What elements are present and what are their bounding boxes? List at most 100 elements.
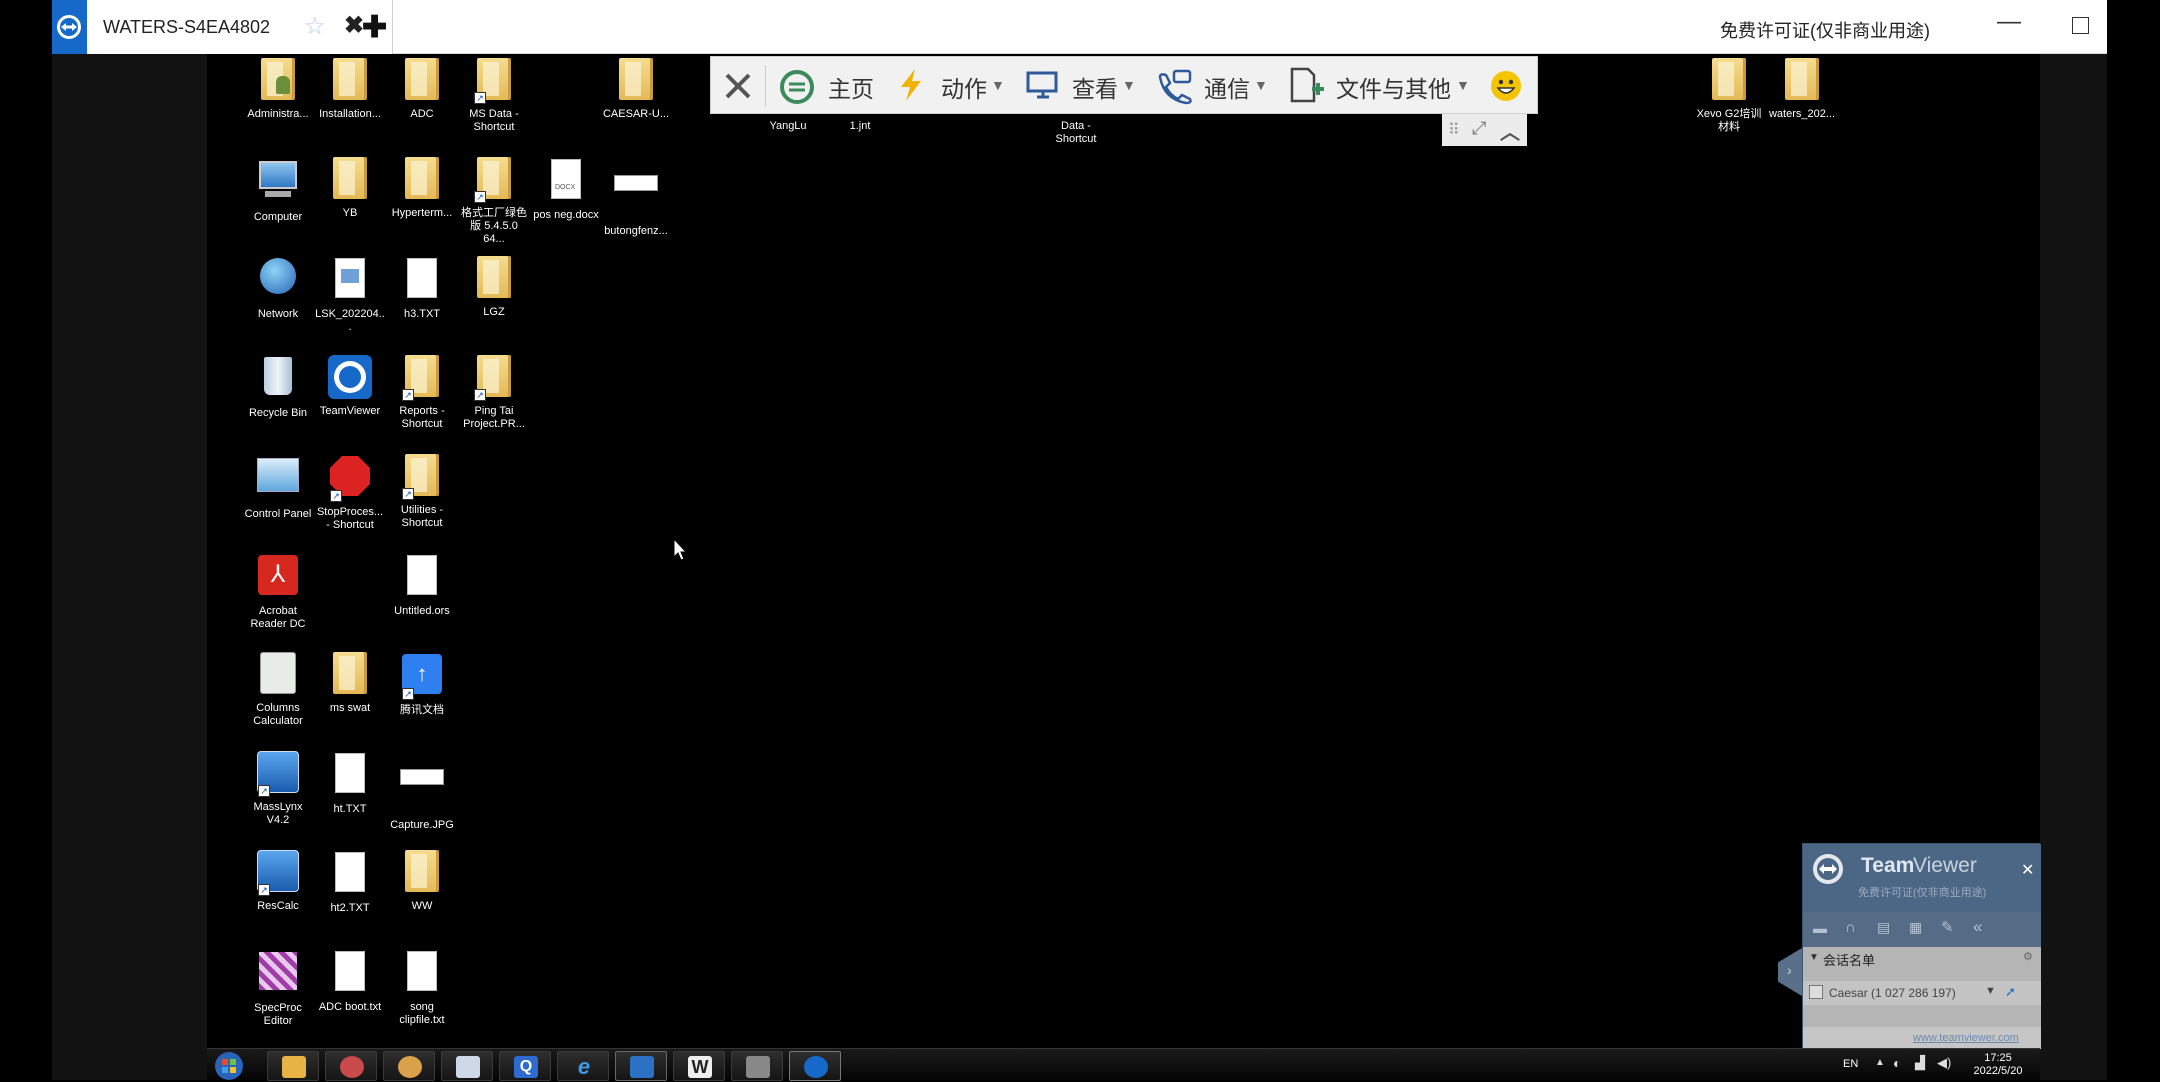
chevron-down-icon[interactable]: ▼ <box>991 77 1005 93</box>
clock[interactable]: 17:25 2022/5/20 <box>1970 1052 2026 1078</box>
whiteboard-icon[interactable]: ✎ <box>1941 918 1954 936</box>
desktop-icon[interactable]: h3.TXT <box>386 256 458 321</box>
desktop-icon[interactable]: WW <box>386 850 458 913</box>
taskbar-notepad-button[interactable] <box>441 1051 493 1081</box>
expand-arrow-icon[interactable]: ▼ <box>1809 952 1819 963</box>
desktop-icon[interactable]: LGZ <box>458 256 530 319</box>
taskbar-masslynx-button[interactable] <box>615 1051 667 1081</box>
home-icon[interactable] <box>779 69 815 105</box>
desktop-icon[interactable]: Recycle Bin <box>242 355 314 420</box>
toolbar-files-label[interactable]: 文件与其他 <box>1336 70 1451 104</box>
chevron-down-icon[interactable]: ▼ <box>1456 77 1470 93</box>
desktop-icon[interactable]: Network <box>242 256 314 321</box>
fullscreen-icon[interactable]: ⤢ <box>1472 118 1486 139</box>
entry-dropdown-icon[interactable]: ▼ <box>1985 985 1996 997</box>
collapse-toolbar-icon[interactable]: ︿ <box>1500 116 1520 145</box>
signal-tray-icon[interactable]: ▟ <box>1915 1055 1925 1071</box>
desktop-icon[interactable]: TeamViewer <box>314 355 386 418</box>
headset-icon[interactable]: ∩ <box>1845 919 1856 936</box>
desktop-icon[interactable]: 1.jnt <box>824 114 896 133</box>
minimize-button[interactable]: — <box>1997 8 2021 36</box>
taskbar-ie-button[interactable]: e <box>557 1051 609 1081</box>
chevron-down-icon[interactable]: ▼ <box>1254 77 1268 93</box>
desktop-icon[interactable]: YB <box>314 157 386 220</box>
desktop-icon[interactable]: ↗ ResCalc <box>242 850 314 913</box>
desktop-icon[interactable]: Control Panel <box>242 454 314 521</box>
close-session-icon[interactable] <box>723 71 753 101</box>
desktop-icon[interactable]: Data - Shortcut <box>1040 114 1112 146</box>
taskbar-paint-button[interactable] <box>383 1051 435 1081</box>
files-extras-icon[interactable] <box>1288 67 1326 105</box>
start-orb-icon[interactable] <box>213 1050 245 1082</box>
toolbar-actions-label[interactable]: 动作 <box>941 70 987 104</box>
grid-handle-icon[interactable]: ⠿ <box>1448 120 1460 140</box>
desktop-icon-label: Reports - Shortcut <box>399 405 445 430</box>
desktop-icon[interactable]: SpecProc Editor <box>242 949 314 1028</box>
collapse-panel-icon[interactable]: « <box>1973 917 1982 937</box>
taskbar-device-button[interactable] <box>731 1051 783 1081</box>
desktop-icon[interactable]: ht2.TXT <box>314 850 386 915</box>
chevron-down-icon[interactable]: ▼ <box>1122 77 1136 93</box>
toolbar-home-label[interactable]: 主页 <box>828 70 874 104</box>
network-tray-icon[interactable]: ◐ <box>1893 1055 1901 1071</box>
desktop-icon[interactable]: Administra... <box>242 58 314 121</box>
desktop-icon[interactable]: YangLu <box>752 114 824 133</box>
lightning-icon[interactable] <box>897 67 925 103</box>
pointer-icon[interactable]: ➚ <box>2005 984 2016 1000</box>
files-icon[interactable]: ▦ <box>1909 919 1922 936</box>
desktop-icon[interactable]: DOCX pos neg.docx <box>530 157 602 222</box>
panel-close-icon[interactable]: ✕ <box>2021 860 2034 880</box>
session-entry-row[interactable]: Caesar (1 027 286 197) ▼ ➚ <box>1803 981 2041 1005</box>
smiley-feedback-icon[interactable] <box>1489 69 1523 103</box>
desktop-icon[interactable]: Hyperterm... <box>386 157 458 220</box>
taskbar-word-button[interactable]: W <box>673 1051 725 1081</box>
desktop-icon-label: Ping Tai Project.PR... <box>463 405 525 430</box>
monitor-view-icon[interactable] <box>1025 69 1061 103</box>
desktop-icon[interactable]: ↗ Reports - Shortcut <box>386 355 458 431</box>
language-indicator[interactable]: EN <box>1843 1058 1858 1070</box>
desktop-icon[interactable]: ↗ StopProces... - Shortcut <box>314 454 386 532</box>
session-tab[interactable]: WATERS-S4EA4802 ☆ ✖ <box>87 0 393 55</box>
desktop-icon[interactable]: ↗ MS Data - Shortcut <box>458 58 530 134</box>
desktop-icon[interactable]: Computer <box>242 157 314 224</box>
desktop-icon[interactable]: Xevo G2培训材料 <box>1693 58 1765 134</box>
toolbar-communicate-label[interactable]: 通信 <box>1204 70 1250 104</box>
desktop-icon[interactable]: ADC boot.txt <box>314 949 386 1014</box>
website-link[interactable]: www.teamviewer.com <box>1913 1032 2019 1044</box>
settings-gear-icon[interactable]: ⚙ <box>2023 950 2033 963</box>
desktop-icon[interactable]: ↗ 格式工厂绿色版 5.4.5.0 64... <box>458 157 530 246</box>
desktop-icon-label: ht.TXT <box>333 803 367 815</box>
taskbar-teamviewer-button[interactable] <box>789 1051 841 1081</box>
chat-icon[interactable]: ▤ <box>1877 919 1890 936</box>
volume-tray-icon[interactable]: ◀) <box>1937 1055 1951 1071</box>
desktop-icon[interactable]: butongfenz... <box>600 157 672 238</box>
taskbar-q-app-button[interactable]: Q <box>499 1051 551 1081</box>
desktop-icon[interactable]: Capture.JPG <box>386 751 458 832</box>
favorite-star-icon[interactable]: ☆ <box>304 12 326 41</box>
tray-expand-icon[interactable]: ▲ <box>1875 1057 1885 1068</box>
desktop-icon[interactable]: waters_202... <box>1766 58 1838 121</box>
new-tab-button[interactable]: ✚ <box>362 10 387 45</box>
desktop-icon[interactable]: Untitled.ors <box>386 553 458 618</box>
desktop-icon[interactable]: Installation... <box>314 58 386 121</box>
desktop-icon[interactable]: ht.TXT <box>314 751 386 816</box>
desktop-icon[interactable]: ↗ MassLynx V4.2 <box>242 751 314 827</box>
desktop-icon[interactable]: ↗ Ping Tai Project.PR... <box>458 355 530 431</box>
teamviewer-logo-icon[interactable] <box>52 0 87 54</box>
maximize-button[interactable] <box>2072 17 2089 34</box>
desktop-icon[interactable]: Columns Calculator <box>242 652 314 728</box>
desktop-icon[interactable]: ↗ Utilities - Shortcut <box>386 454 458 530</box>
desktop-icon[interactable]: ↑ ↗ 腾讯文档 <box>386 652 458 717</box>
video-icon[interactable]: ▬ <box>1813 920 1827 936</box>
desktop-icon[interactable]: song clipfile.txt <box>386 949 458 1027</box>
desktop-icon[interactable]: ADC <box>386 58 458 121</box>
taskbar-explorer-button[interactable] <box>267 1051 319 1081</box>
teamviewer-logo-icon <box>1813 854 1843 884</box>
desktop-icon[interactable]: CAESAR-U... <box>600 58 672 121</box>
toolbar-view-label[interactable]: 查看 <box>1072 70 1118 104</box>
desktop-icon[interactable]: ms swat <box>314 652 386 715</box>
communicate-icon[interactable] <box>1156 69 1196 105</box>
taskbar-snipping-button[interactable] <box>325 1051 377 1081</box>
desktop-icon[interactable]: ⅄ Acrobat Reader DC <box>242 553 314 631</box>
desktop-icon[interactable]: LSK_202204... <box>314 256 386 334</box>
